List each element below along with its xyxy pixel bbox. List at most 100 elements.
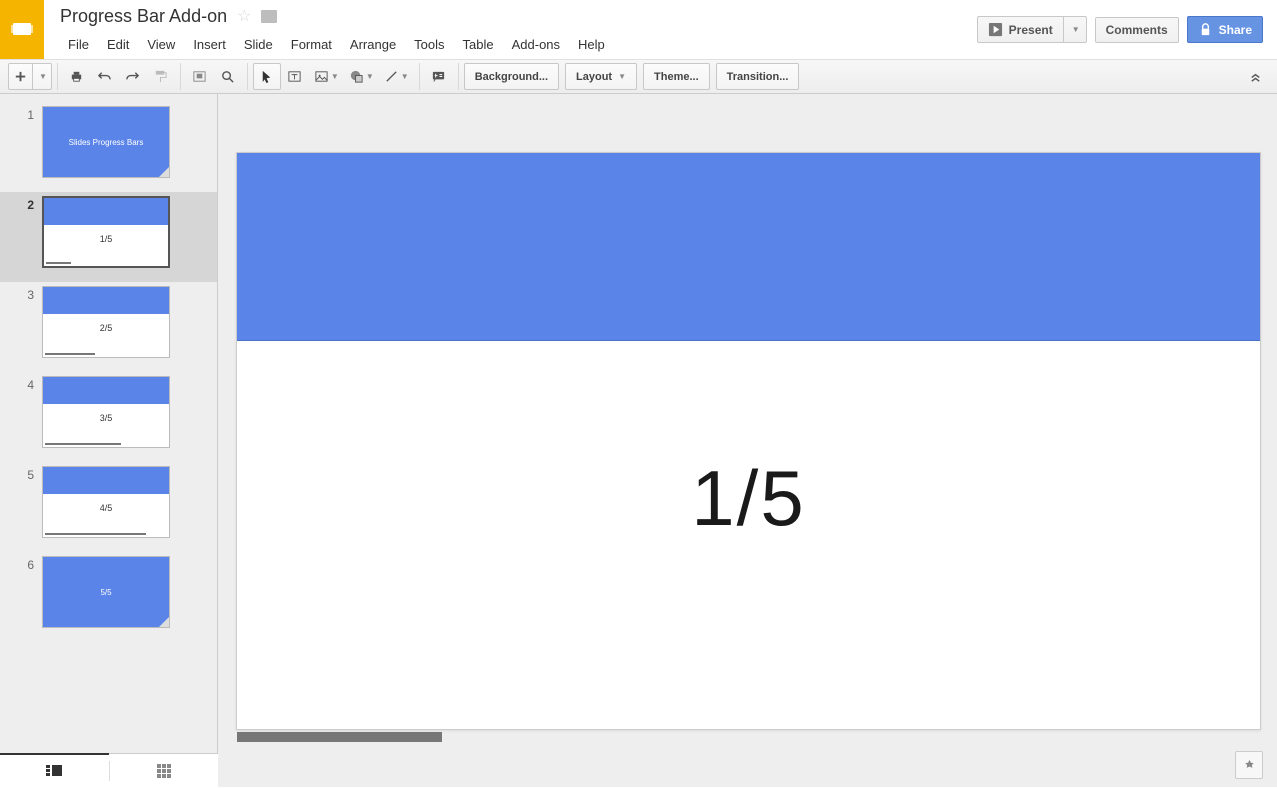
present-dropdown[interactable]: ▼: [1064, 16, 1087, 43]
comments-button[interactable]: Comments: [1095, 17, 1179, 43]
comment-icon: [431, 69, 446, 84]
chevron-down-icon: ▼: [331, 72, 339, 81]
menu-tools[interactable]: Tools: [406, 33, 452, 56]
thumb-title-text: 5/5: [43, 557, 169, 627]
filmstrip-icon: [46, 765, 62, 777]
share-label: Share: [1219, 23, 1252, 37]
slide-header-block: [237, 153, 1260, 341]
grid-view-button[interactable]: [110, 754, 219, 788]
present-label: Present: [1009, 23, 1053, 37]
share-button[interactable]: Share: [1187, 16, 1263, 43]
corner-fold-icon: [159, 167, 169, 177]
redo-button[interactable]: [119, 63, 147, 90]
menu-insert[interactable]: Insert: [185, 33, 234, 56]
chevron-down-icon: ▼: [1072, 25, 1080, 34]
menu-view[interactable]: View: [139, 33, 183, 56]
undo-button[interactable]: [91, 63, 119, 90]
background-button[interactable]: Background...: [464, 63, 559, 90]
thumb-number: 3: [14, 286, 42, 358]
menu-bar: File Edit View Insert Slide Format Arran…: [60, 30, 961, 58]
print-button[interactable]: [63, 63, 91, 90]
undo-icon: [97, 69, 112, 84]
toolbar: ▼ ▼ ▼ ▼ Background... Layout▼ Theme... T…: [0, 59, 1277, 94]
paint-format-button[interactable]: [147, 63, 175, 90]
textbox-tool[interactable]: [281, 63, 309, 90]
main-slide[interactable]: 1/5: [236, 152, 1261, 730]
thumb-label: 2/5: [43, 323, 169, 333]
thumb-number: 1: [14, 106, 42, 178]
chevron-up-double-icon: [1248, 69, 1263, 84]
lock-icon: [1198, 22, 1213, 37]
transition-button[interactable]: Transition...: [716, 63, 800, 90]
menu-table[interactable]: Table: [455, 33, 502, 56]
app-logo[interactable]: [0, 0, 44, 59]
slides-icon: [10, 18, 34, 42]
corner-fold-icon: [159, 617, 169, 627]
thumb-label: 4/5: [43, 503, 169, 513]
thumb-number: 2: [14, 196, 42, 268]
thumb-preview[interactable]: 1/5: [42, 196, 170, 268]
filmstrip-view-button[interactable]: [0, 753, 109, 787]
view-switcher: [0, 753, 218, 787]
shape-tool[interactable]: ▼: [344, 63, 379, 90]
chevron-down-icon: ▼: [39, 72, 47, 81]
new-slide-button[interactable]: [8, 63, 33, 90]
explore-button[interactable]: [1235, 751, 1263, 779]
menu-format[interactable]: Format: [283, 33, 340, 56]
thumb-number: 4: [14, 376, 42, 448]
menu-arrange[interactable]: Arrange: [342, 33, 404, 56]
shape-icon: [349, 69, 364, 84]
image-icon: [314, 69, 329, 84]
thumb-title-text: Slides Progress Bars: [43, 107, 169, 177]
line-icon: [384, 69, 399, 84]
slide-panel[interactable]: 1 Slides Progress Bars 2 1/5 3 2/5: [0, 94, 218, 787]
zoom-fit-button[interactable]: [186, 63, 214, 90]
layout-button[interactable]: Layout▼: [565, 63, 637, 90]
folder-icon[interactable]: [261, 10, 277, 23]
hide-menus-button[interactable]: [1241, 63, 1269, 90]
thumb-preview[interactable]: 3/5: [42, 376, 170, 448]
explore-icon: [1242, 758, 1257, 773]
textbox-icon: [287, 69, 302, 84]
plus-icon: [13, 69, 28, 84]
thumb-preview[interactable]: 5/5: [42, 556, 170, 628]
line-tool[interactable]: ▼: [379, 63, 414, 90]
body: 1 Slides Progress Bars 2 1/5 3 2/5: [0, 94, 1277, 787]
canvas-area[interactable]: 1/5: [218, 94, 1277, 787]
image-tool[interactable]: ▼: [309, 63, 344, 90]
slide-thumb-2[interactable]: 2 1/5: [0, 192, 217, 282]
present-button[interactable]: Present: [977, 16, 1064, 43]
chevron-down-icon: ▼: [401, 72, 409, 81]
slide-main-text: 1/5: [237, 453, 1260, 544]
slide-thumb-1[interactable]: 1 Slides Progress Bars: [0, 102, 217, 192]
play-icon: [988, 22, 1003, 37]
menu-edit[interactable]: Edit: [99, 33, 137, 56]
select-tool[interactable]: [253, 63, 281, 90]
thumb-preview[interactable]: Slides Progress Bars: [42, 106, 170, 178]
theme-button[interactable]: Theme...: [643, 63, 710, 90]
slide-thumb-3[interactable]: 3 2/5: [0, 282, 217, 372]
menu-file[interactable]: File: [60, 33, 97, 56]
thumb-label: 3/5: [43, 413, 169, 423]
new-slide-dropdown[interactable]: ▼: [33, 63, 52, 90]
paint-roller-icon: [153, 69, 168, 84]
zoom-button[interactable]: [214, 63, 242, 90]
doc-title[interactable]: Progress Bar Add-on: [60, 6, 227, 27]
comments-label: Comments: [1106, 23, 1168, 37]
star-icon[interactable]: ☆: [237, 6, 251, 26]
grid-icon: [157, 764, 171, 778]
menu-help[interactable]: Help: [570, 33, 613, 56]
zoom-icon: [220, 69, 235, 84]
comment-tool[interactable]: [425, 63, 453, 90]
slide-thumb-6[interactable]: 6 5/5: [0, 552, 217, 642]
slide-thumb-5[interactable]: 5 4/5: [0, 462, 217, 552]
header: Progress Bar Add-on ☆ File Edit View Ins…: [0, 0, 1277, 59]
thumb-number: 5: [14, 466, 42, 538]
menu-slide[interactable]: Slide: [236, 33, 281, 56]
fit-icon: [192, 69, 207, 84]
slide-thumb-4[interactable]: 4 3/5: [0, 372, 217, 462]
thumb-label: 1/5: [44, 234, 168, 244]
thumb-preview[interactable]: 2/5: [42, 286, 170, 358]
menu-addons[interactable]: Add-ons: [504, 33, 568, 56]
thumb-preview[interactable]: 4/5: [42, 466, 170, 538]
